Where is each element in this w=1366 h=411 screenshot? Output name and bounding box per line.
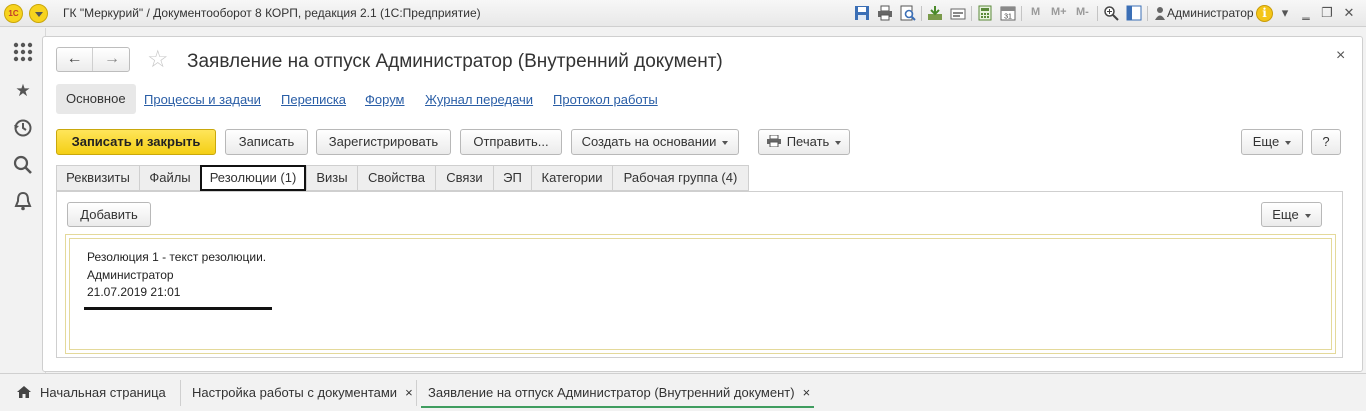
memory-button[interactable]: M (1031, 6, 1040, 18)
form-close-icon[interactable]: × (1336, 47, 1345, 65)
current-user[interactable]: Администратор (1167, 6, 1254, 20)
app-title: ГК "Меркурий" / Документооборот 8 КОРП, … (63, 6, 481, 20)
chevron-down-icon (1285, 140, 1292, 145)
close-icon[interactable]: ✕ (1340, 4, 1358, 22)
window-tab-current[interactable]: Заявление на отпуск Администратор (Внутр… (421, 378, 815, 408)
bell-icon[interactable] (12, 190, 34, 212)
toolbar-separator (1097, 6, 1098, 21)
minimize-icon[interactable]: ‗ (1297, 4, 1315, 22)
calculator-icon[interactable] (977, 5, 993, 21)
create-based-on-button[interactable]: Создать на основании (571, 129, 739, 155)
chevron-down-icon (722, 140, 729, 145)
favorite-star-icon[interactable]: ☆ (147, 47, 169, 73)
print-label: Печать (786, 134, 830, 149)
tab-separator (416, 380, 417, 406)
chevron-down-icon (1304, 213, 1311, 218)
tab-categories[interactable]: Категории (531, 165, 613, 191)
star-icon[interactable]: ★ (12, 80, 34, 102)
window-tab-bar: Начальная страница Настройка работы с до… (0, 373, 1366, 411)
section-link-work-log[interactable]: Протокол работы (553, 92, 658, 107)
memory-minus-button[interactable]: M- (1076, 6, 1089, 18)
tab-visas[interactable]: Визы (306, 165, 358, 191)
add-resolution-button[interactable]: Добавить (67, 202, 151, 227)
tab-properties[interactable]: Свойства (357, 165, 436, 191)
home-icon (17, 386, 31, 398)
print-icon[interactable] (877, 5, 893, 21)
tab-links[interactable]: Связи (435, 165, 494, 191)
panel-more-button[interactable]: Еще (1261, 202, 1322, 227)
panel-more-label: Еще (1272, 207, 1299, 222)
help-button[interactable]: ? (1311, 129, 1341, 155)
upload-icon[interactable] (950, 5, 966, 21)
section-link-transfer-log[interactable]: Журнал передачи (425, 92, 533, 107)
navigation-group: ← → (56, 47, 130, 72)
toolbar-separator (1021, 6, 1022, 21)
close-icon[interactable]: × (803, 385, 811, 400)
register-button[interactable]: Зарегистрировать (316, 129, 451, 155)
window-tab-current-label: Заявление на отпуск Администратор (Внутр… (428, 385, 795, 400)
send-button[interactable]: Отправить... (460, 129, 562, 155)
resolution-field-frame: Резолюция 1 - текст резолюции. Администр… (65, 234, 1336, 354)
highlight-underline (84, 307, 272, 310)
zoom-icon[interactable] (1103, 5, 1119, 21)
create-based-on-label: Создать на основании (581, 134, 717, 149)
window-tab-home-label: Начальная страница (40, 385, 166, 400)
onec-logo-icon: 1С (4, 4, 23, 23)
memory-plus-button[interactable]: M+ (1051, 6, 1067, 18)
forward-button[interactable]: → (94, 48, 130, 71)
panels-icon[interactable] (1126, 5, 1142, 21)
search-icon[interactable] (12, 154, 34, 176)
calendar-icon[interactable]: 31 (1000, 5, 1016, 21)
resolution-field[interactable]: Резолюция 1 - текст резолюции. Администр… (69, 238, 1332, 350)
toolbar-separator (921, 6, 922, 21)
left-panel: ★ (0, 28, 46, 373)
restore-icon[interactable]: ❐ (1318, 4, 1336, 22)
resolution-text: Резолюция 1 - текст резолюции. (87, 250, 267, 264)
user-icon (1155, 7, 1165, 20)
info-icon[interactable]: i (1256, 5, 1273, 22)
resolution-author: Администратор (87, 268, 174, 282)
print-button[interactable]: Печать (758, 129, 850, 155)
section-link-processes[interactable]: Процессы и задачи (144, 92, 261, 107)
window-tab-home[interactable]: Начальная страница (16, 378, 166, 408)
tab-resolutions[interactable]: Резолюции (1) (200, 165, 306, 191)
preview-icon[interactable] (900, 5, 916, 21)
page-title: Заявление на отпуск Администратор (Внутр… (187, 51, 723, 72)
download-icon[interactable] (927, 5, 943, 21)
save-and-close-button[interactable]: Записать и закрыть (56, 129, 216, 155)
back-button[interactable]: ← (57, 48, 93, 71)
history-icon[interactable] (12, 117, 34, 139)
tab-requisites[interactable]: Реквизиты (56, 165, 140, 191)
more-button[interactable]: Еще (1241, 129, 1303, 155)
tab-workgroup[interactable]: Рабочая группа (4) (612, 165, 749, 191)
tab-signature[interactable]: ЭП (493, 165, 532, 191)
tab-separator (180, 380, 181, 406)
save-icon[interactable] (854, 5, 870, 21)
chevron-down-icon[interactable]: ▾ (1276, 4, 1294, 22)
toolbar-separator (1147, 6, 1148, 21)
window-tab-settings-label: Настройка работы с документами (192, 385, 398, 400)
apps-grid-icon[interactable] (12, 41, 34, 63)
tab-files[interactable]: Файлы (139, 165, 201, 191)
main-menu-button[interactable] (29, 4, 48, 23)
print-icon (766, 134, 781, 148)
document-form: ← → ☆ Заявление на отпуск Администратор … (42, 36, 1363, 372)
section-main[interactable]: Основное (56, 84, 136, 114)
chevron-down-icon (835, 140, 842, 145)
svg-text:31: 31 (1004, 14, 1012, 21)
more-label: Еще (1252, 134, 1280, 149)
app-titlebar: 1С ГК "Меркурий" / Документооборот 8 КОР… (0, 0, 1366, 27)
section-link-forum[interactable]: Форум (365, 92, 405, 107)
save-button[interactable]: Записать (225, 129, 308, 155)
window-tab-settings[interactable]: Настройка работы с документами × (192, 378, 413, 408)
resolutions-panel: Добавить Еще Резолюция 1 - текст резолюц… (56, 191, 1343, 358)
close-icon[interactable]: × (405, 385, 413, 400)
resolution-date: 21.07.2019 21:01 (87, 285, 181, 299)
toolbar-separator (971, 6, 972, 21)
section-link-correspondence[interactable]: Переписка (281, 92, 346, 107)
